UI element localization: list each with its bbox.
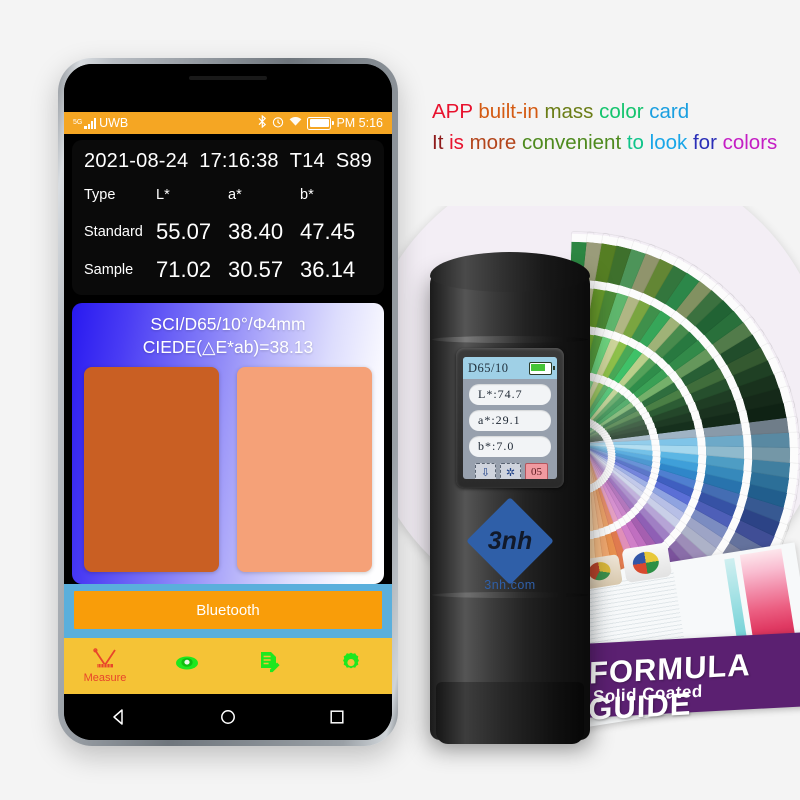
device-count-badge: 05 bbox=[525, 463, 548, 479]
measurement-card: 2021-08-24 17:16:38 T14 S89 Type L* a* b… bbox=[72, 140, 384, 295]
device-reading-b: b*:7.0 bbox=[469, 436, 551, 457]
measurement-table: Type L* a* b* Standard 55.07 38.40 47.45… bbox=[84, 183, 372, 289]
headline-word-6: for bbox=[692, 131, 723, 154]
device-icon-row: ⇩ ✲ 05 bbox=[469, 462, 551, 479]
recents-square-icon[interactable] bbox=[328, 708, 346, 726]
usb-icon: ⇩ bbox=[475, 463, 496, 479]
ink-jar-2 bbox=[621, 542, 673, 584]
measurement-date: 2021-08-24 bbox=[84, 150, 189, 172]
bluetooth-button-area: Bluetooth bbox=[64, 584, 392, 638]
bluetooth-button[interactable]: Bluetooth bbox=[74, 591, 382, 629]
sample-b-value: 36.14 bbox=[300, 257, 356, 282]
marketing-headline: APP built-in mass color card It is more … bbox=[432, 96, 798, 158]
document-icon bbox=[256, 651, 282, 680]
status-bar-left: 5G UWB bbox=[73, 116, 128, 130]
device-seam-upper bbox=[432, 336, 588, 343]
measure-icon bbox=[90, 648, 120, 670]
device-illuminant: D65/10 bbox=[468, 360, 509, 375]
headline-word-1: is bbox=[449, 131, 470, 154]
scene: FORMULA GUIDE Solid Coated D65/10 L*:74.… bbox=[0, 0, 800, 800]
row-label-sample: Sample bbox=[84, 262, 134, 278]
measurement-header-right: 17:16:38 T14 S89 bbox=[199, 150, 372, 173]
device-reading-L: L*:74.7 bbox=[469, 384, 551, 405]
headline-word-2: mass bbox=[544, 100, 600, 123]
headline-word-3: convenient bbox=[522, 131, 627, 154]
home-circle-icon[interactable] bbox=[219, 708, 237, 726]
sample-a-value: 30.57 bbox=[228, 257, 284, 282]
device-reading-a: a*:29.1 bbox=[469, 410, 551, 431]
android-nav-bar bbox=[64, 694, 392, 740]
tab-records[interactable] bbox=[228, 651, 310, 682]
headline-word-1: built-in bbox=[478, 100, 545, 123]
earpiece-speaker bbox=[189, 76, 267, 80]
phone-top-bezel bbox=[64, 64, 392, 112]
tab-measure[interactable]: Measure bbox=[64, 648, 146, 684]
measurement-condition: SCI/D65/10°/Φ4mm bbox=[150, 314, 306, 334]
bluetooth-icon bbox=[258, 114, 267, 131]
headline-word-7: colors bbox=[722, 131, 778, 154]
back-triangle-icon[interactable] bbox=[110, 708, 128, 726]
android-status-bar: 5G UWB PM 5:16 bbox=[64, 112, 392, 134]
sample-L-value: 71.02 bbox=[156, 257, 212, 282]
headline-line-1: APP built-in mass color card bbox=[432, 96, 798, 127]
clock-label: PM 5:16 bbox=[336, 116, 383, 130]
standard-b-value: 47.45 bbox=[300, 219, 356, 244]
sample-color-swatch[interactable] bbox=[237, 367, 372, 572]
tab-view[interactable] bbox=[146, 652, 228, 681]
device-top-cap bbox=[430, 252, 590, 292]
delta-e-value: CIEDE(△E*ab)=38.13 bbox=[142, 337, 314, 357]
carrier-label: UWB bbox=[99, 116, 129, 130]
measurement-tag-t: T14 bbox=[289, 150, 325, 172]
app-content: 2021-08-24 17:16:38 T14 S89 Type L* a* b… bbox=[64, 134, 392, 584]
device-status-bar: D65/10 bbox=[463, 357, 557, 379]
colorimeter-device: D65/10 L*:74.7 a*:29.1 b*:7.0 ⇩ ✲ 05 3nh bbox=[430, 252, 590, 752]
status-bar-right: PM 5:16 bbox=[258, 114, 383, 131]
headline-word-2: more bbox=[469, 131, 522, 154]
standard-color-swatch[interactable] bbox=[84, 367, 219, 572]
column-header-L: L* bbox=[156, 187, 170, 203]
headline-word-0: It bbox=[432, 131, 450, 154]
headline-word-4: to bbox=[626, 131, 650, 154]
brand-logo: 3nh 3nh.com bbox=[456, 497, 564, 602]
wifi-icon bbox=[289, 116, 302, 130]
device-base bbox=[436, 682, 584, 744]
headline-line-2: It is more convenient to look for colors bbox=[432, 127, 798, 158]
column-header-a: a* bbox=[228, 187, 242, 203]
bluetooth-icon: ✲ bbox=[500, 463, 521, 479]
device-readings: L*:74.7 a*:29.1 b*:7.0 ⇩ ✲ 05 bbox=[463, 379, 557, 479]
measurement-tag-s: S89 bbox=[335, 150, 372, 172]
alarm-icon bbox=[272, 116, 284, 131]
swatch-row bbox=[84, 367, 372, 572]
eye-icon bbox=[173, 652, 201, 679]
logo-diamond-text: 3nh bbox=[487, 526, 533, 555]
headline-word-0: APP bbox=[432, 100, 479, 123]
signal-bars-icon bbox=[84, 117, 97, 129]
bottom-tab-bar: Measure bbox=[64, 638, 392, 694]
network-gen-label: 5G bbox=[73, 119, 83, 126]
column-header-type: Type bbox=[84, 187, 116, 203]
device-screen: D65/10 L*:74.7 a*:29.1 b*:7.0 ⇩ ✲ 05 bbox=[463, 357, 557, 479]
gear-icon bbox=[339, 651, 363, 680]
device-battery-icon bbox=[529, 361, 555, 375]
smartphone: 5G UWB PM 5:16 2021-08-24 17:16:38 T14 S… bbox=[58, 58, 398, 746]
headline-word-4: card bbox=[649, 100, 690, 123]
column-header-b: b* bbox=[300, 187, 314, 203]
phone-screen: 5G UWB PM 5:16 2021-08-24 17:16:38 T14 S… bbox=[64, 64, 392, 740]
row-label-standard: Standard bbox=[84, 224, 143, 240]
measurement-header: 2021-08-24 17:16:38 T14 S89 bbox=[84, 150, 372, 173]
color-comparison-panel: SCI/D65/10°/Φ4mm CIEDE(△E*ab)=38.13 bbox=[72, 303, 384, 584]
standard-L-value: 55.07 bbox=[156, 219, 212, 244]
device-screen-frame: D65/10 L*:74.7 a*:29.1 b*:7.0 ⇩ ✲ 05 bbox=[456, 348, 564, 488]
tab-settings[interactable] bbox=[310, 651, 392, 682]
standard-a-value: 38.40 bbox=[228, 219, 284, 244]
battery-icon bbox=[307, 116, 335, 130]
tab-measure-label: Measure bbox=[83, 672, 127, 684]
logo-diamond: 3nh bbox=[466, 497, 554, 585]
headline-word-5: look bbox=[649, 131, 693, 154]
headline-word-3: color bbox=[599, 100, 650, 123]
measurement-time: 17:16:38 bbox=[199, 150, 279, 172]
